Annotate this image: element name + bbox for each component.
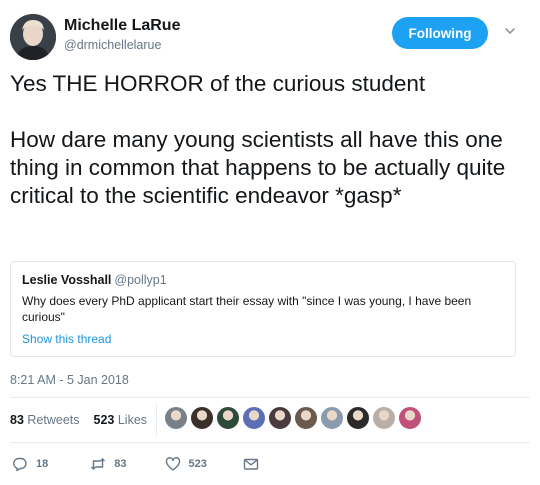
liker-avatar[interactable]	[164, 406, 188, 430]
tweet-stats: 83 Retweets 523 Likes	[10, 413, 147, 427]
likes-stat-count: 523	[93, 413, 115, 427]
divider	[10, 397, 530, 398]
tweet-timestamp[interactable]: 8:21 AM - 5 Jan 2018	[10, 373, 129, 387]
retweets-stat-label: Retweets	[27, 413, 80, 427]
envelope-icon	[243, 458, 259, 470]
like-count: 523	[188, 458, 207, 470]
author-avatar-image	[10, 14, 56, 60]
liker-avatar[interactable]	[216, 406, 240, 430]
following-button[interactable]: Following	[392, 17, 488, 49]
quoted-author-name: Leslie Vosshall	[22, 273, 112, 287]
retweet-icon	[91, 458, 106, 470]
chevron-down-icon[interactable]	[503, 24, 517, 38]
likes-stat-label: Likes	[117, 413, 148, 427]
direct-message-button[interactable]	[243, 456, 267, 472]
show-thread-link[interactable]: Show this thread	[22, 332, 111, 346]
author-name[interactable]: Michelle LaRue	[64, 17, 180, 35]
retweet-count: 83	[114, 458, 127, 470]
quoted-tweet-author: Leslie Vosshall @pollyp1	[22, 273, 167, 287]
liker-avatar[interactable]	[398, 406, 422, 430]
stats-separator	[156, 404, 157, 436]
quoted-tweet[interactable]: Leslie Vosshall @pollyp1 Why does every P…	[10, 261, 516, 357]
likes-stat[interactable]: 523 Likes	[94, 413, 148, 427]
liker-avatar[interactable]	[294, 406, 318, 430]
reply-icon	[13, 457, 27, 472]
heart-icon	[165, 457, 180, 471]
liker-avatars	[164, 406, 424, 430]
author-avatar[interactable]	[10, 14, 56, 60]
liker-avatar[interactable]	[320, 406, 344, 430]
liker-avatar[interactable]	[190, 406, 214, 430]
author-handle[interactable]: @drmichellelarue	[64, 38, 161, 52]
retweets-stat[interactable]: 83 Retweets	[10, 413, 80, 427]
retweets-stat-count: 83	[10, 413, 24, 427]
quoted-tweet-text: Why does every PhD applicant start their…	[22, 294, 472, 324]
retweet-button[interactable]: 83	[90, 456, 127, 472]
reply-count: 18	[36, 458, 49, 470]
tweet-text: Yes THE HORROR of the curious student Ho…	[10, 71, 506, 208]
like-button[interactable]: 523	[165, 456, 207, 472]
liker-avatar[interactable]	[346, 406, 370, 430]
liker-avatar[interactable]	[242, 406, 266, 430]
divider	[10, 442, 530, 443]
quoted-author-handle: @pollyp1	[114, 273, 167, 287]
liker-avatar[interactable]	[372, 406, 396, 430]
reply-button[interactable]: 18	[12, 456, 48, 472]
liker-avatar[interactable]	[268, 406, 292, 430]
tweet-actions: 18 83 523	[10, 456, 267, 472]
